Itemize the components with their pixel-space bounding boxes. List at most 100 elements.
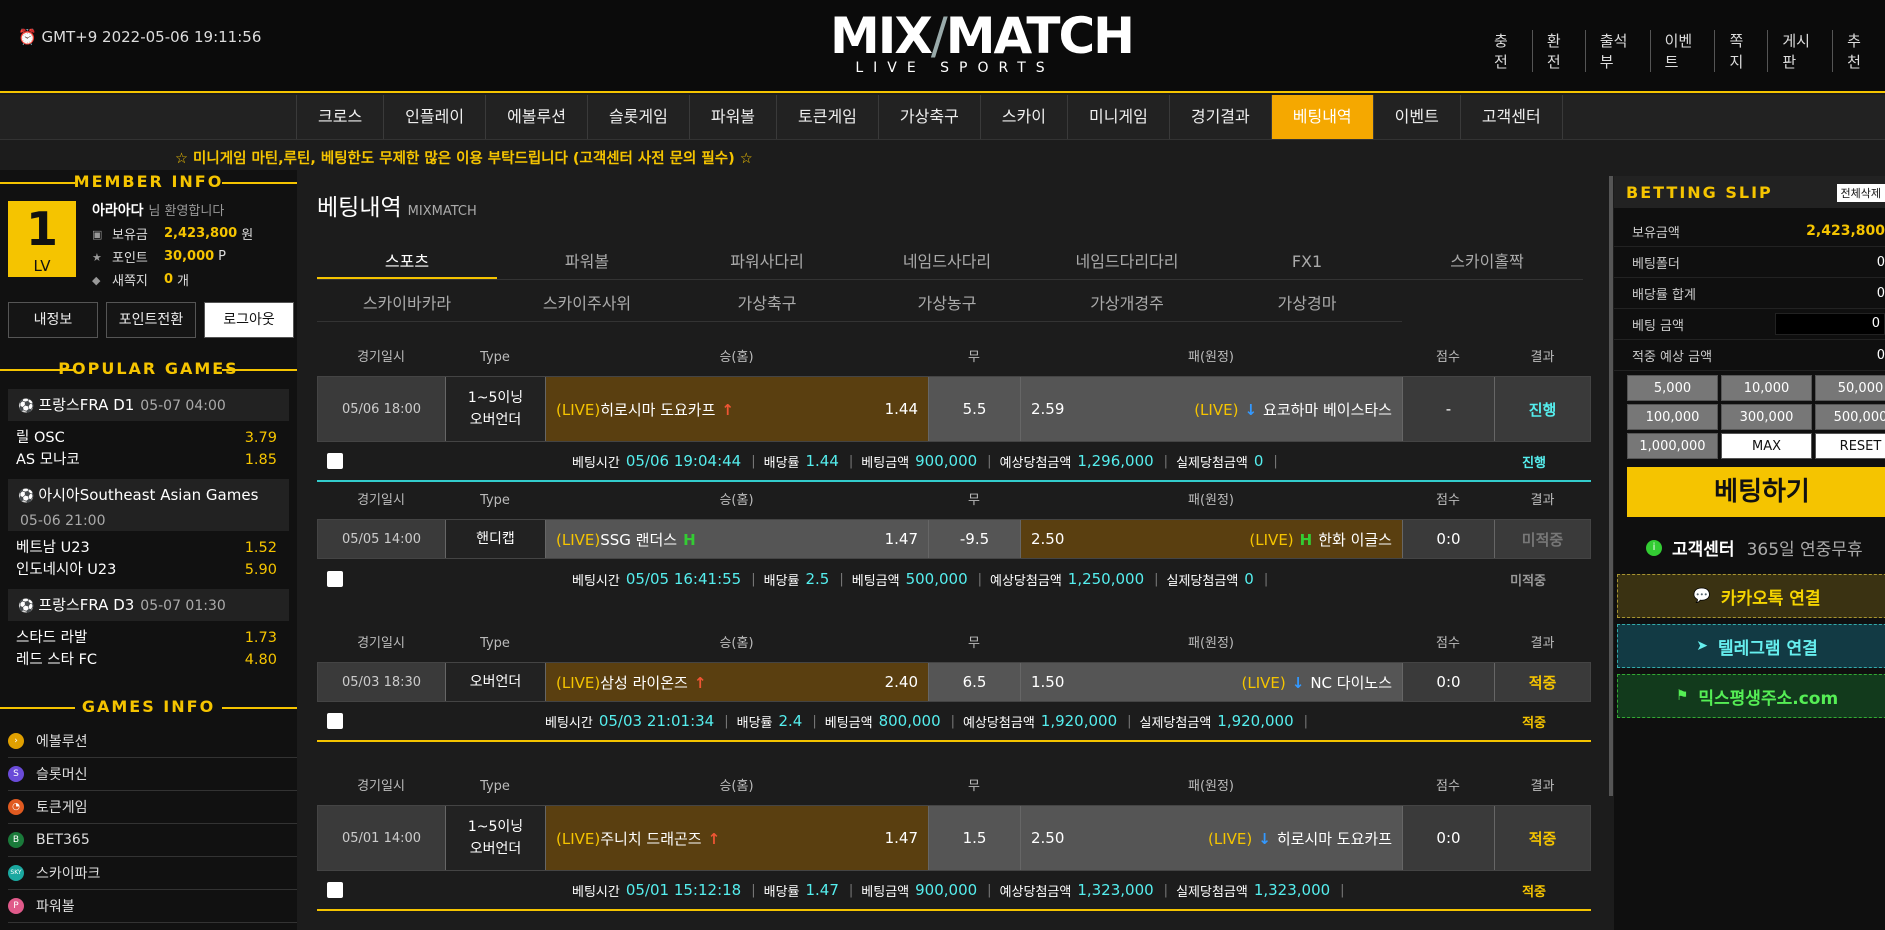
scrollbar[interactable] bbox=[1609, 176, 1613, 796]
amount-chip[interactable]: 100,000 bbox=[1627, 404, 1718, 430]
tab2-5[interactable]: 가상경마 bbox=[1217, 287, 1397, 321]
column-header: 승(홈) bbox=[719, 636, 754, 651]
league-time: 05-06 21:00 bbox=[20, 513, 106, 529]
amount-chip[interactable]: 1,000,000 bbox=[1627, 433, 1718, 459]
nav-item-2[interactable]: 에볼루션 bbox=[485, 95, 587, 139]
select-checkbox[interactable] bbox=[327, 713, 343, 729]
tab-1[interactable]: 파워볼 bbox=[497, 245, 677, 279]
permanent-address-button[interactable]: ⚑ 믹스평생주소.com bbox=[1617, 674, 1885, 718]
draw-value: 1.5 bbox=[929, 806, 1021, 870]
games-info-item[interactable]: › 에볼루션 bbox=[8, 725, 297, 758]
tab2-1[interactable]: 스카이주사위 bbox=[497, 287, 677, 321]
team-row[interactable]: 베트남 U23 1.52 bbox=[0, 537, 297, 559]
live-tag: (LIVE) bbox=[556, 829, 601, 848]
nav-item-5[interactable]: 토큰게임 bbox=[776, 95, 878, 139]
team-row[interactable]: AS 모나코 1.85 bbox=[0, 449, 297, 471]
logout-button[interactable]: 로그아웃 bbox=[204, 302, 294, 338]
nav-item-6[interactable]: 가상축구 bbox=[877, 95, 980, 139]
select-checkbox[interactable] bbox=[327, 882, 343, 898]
betting-slip: BETTING SLIP 전체삭제 보유금액 2,423,800 베팅폴더 0 배당률… bbox=[1614, 176, 1885, 930]
point-convert-button[interactable]: 포인트전환 bbox=[106, 302, 196, 338]
home-mark: ↑ bbox=[707, 829, 721, 848]
home-cell[interactable]: (LIVE)히로시마 도요카프 ↑ 1.44 bbox=[546, 377, 929, 441]
nav-item-8[interactable]: 미니게임 bbox=[1066, 95, 1169, 139]
away-cell[interactable]: 2.59 (LIVE) ↓ 요코하마 베이스타스 bbox=[1021, 377, 1403, 441]
tab2-0[interactable]: 스카이바카라 bbox=[317, 287, 497, 321]
nav-item-12[interactable]: 고객센터 bbox=[1459, 95, 1563, 139]
info-label: 베팅금액 bbox=[824, 715, 873, 731]
home-cell[interactable]: (LIVE)SSG 랜더스 H 1.47 bbox=[546, 520, 929, 558]
amount-chip[interactable]: 300,000 bbox=[1721, 404, 1812, 430]
games-info-item[interactable]: B BET365 bbox=[8, 824, 297, 857]
logo-mix: MIX bbox=[830, 7, 933, 65]
place-bet-button[interactable]: 베팅하기 bbox=[1627, 467, 1885, 517]
top-link-exchange[interactable]: 환전 bbox=[1531, 30, 1585, 72]
nav-item-0[interactable]: 크로스 bbox=[296, 95, 383, 139]
nav-item-9[interactable]: 경기결과 bbox=[1168, 95, 1271, 139]
separator: | bbox=[724, 713, 729, 729]
amount-chip[interactable]: MAX bbox=[1721, 433, 1812, 459]
amount-chip[interactable]: RESET bbox=[1815, 433, 1885, 459]
main-nav: 크로스 인플레이 에볼루션 슬롯게임 파워볼 토큰게임 가상축구 스카이 미니게임 경기결과 베팅내… bbox=[0, 95, 1885, 140]
tab-4[interactable]: 네임드다리다리 bbox=[1037, 245, 1217, 279]
team-odds: 3.79 bbox=[244, 430, 277, 446]
nav-item-7[interactable]: 스카이 bbox=[979, 95, 1067, 139]
bet-row: 05/06 18:00 1~5이닝 오버언더 (LIVE)히로시마 도요카프 ↑ 1.44… bbox=[317, 376, 1591, 442]
home-cell[interactable]: (LIVE)주니치 드래곤즈 ↑ 1.47 bbox=[546, 806, 929, 870]
tab2-2[interactable]: 가상축구 bbox=[677, 287, 857, 321]
top-link-charge[interactable]: 충전 bbox=[1480, 30, 1532, 72]
tab2-4[interactable]: 가상개경주 bbox=[1037, 287, 1217, 321]
nav-item-4[interactable]: 파워볼 bbox=[688, 95, 776, 139]
top-link-board[interactable]: 게시판 bbox=[1767, 30, 1832, 72]
amount-chip[interactable]: 50,000 bbox=[1815, 375, 1885, 401]
separator: | bbox=[839, 571, 844, 587]
tab-2[interactable]: 파워사다리 bbox=[677, 245, 857, 279]
away-cell[interactable]: 2.50 (LIVE) ↓ 히로시마 도요카프 bbox=[1021, 806, 1403, 870]
nav-item-1[interactable]: 인플레이 bbox=[383, 95, 485, 139]
nav-item-11[interactable]: 이벤트 bbox=[1372, 95, 1460, 139]
select-checkbox[interactable] bbox=[327, 571, 343, 587]
site-logo[interactable]: MIX/MATCH LIVE SPORTS bbox=[830, 7, 1135, 76]
my-info-button[interactable]: 내정보 bbox=[8, 302, 98, 338]
tab-3[interactable]: 네임드사다리 bbox=[857, 245, 1037, 279]
tab-0[interactable]: 스포츠 bbox=[317, 245, 497, 279]
games-info-item[interactable]: P 파워볼 bbox=[8, 890, 297, 923]
home-cell[interactable]: (LIVE)삼성 라이온즈 ↑ 2.40 bbox=[546, 663, 929, 701]
games-info-item[interactable]: S 슬롯머신 bbox=[8, 758, 297, 791]
info-value: 05/03 21:01:34 bbox=[598, 712, 715, 730]
select-checkbox[interactable] bbox=[327, 453, 343, 469]
live-tag: (LIVE) bbox=[556, 530, 601, 549]
amount-chip[interactable]: 10,000 bbox=[1721, 375, 1812, 401]
slip-expected-label: 적중 예상 금액 bbox=[1632, 349, 1713, 365]
away-odds: 2.50 bbox=[1031, 829, 1065, 847]
home-mark: ↑ bbox=[693, 673, 707, 692]
games-info-item[interactable]: SKY 스카이파크 bbox=[8, 857, 297, 890]
games-info-item[interactable]: ◔ 토큰게임 bbox=[8, 791, 297, 824]
away-cell[interactable]: 2.50 (LIVE) H 한화 이글스 bbox=[1021, 520, 1403, 558]
league-time: 05-07 01:30 bbox=[140, 598, 226, 614]
team-row[interactable]: 레드 스타 FC 4.80 bbox=[0, 649, 297, 671]
away-cell[interactable]: 1.50 (LIVE) ↓ NC 다이노스 bbox=[1021, 663, 1403, 701]
nav-item-3[interactable]: 슬롯게임 bbox=[586, 95, 689, 139]
page-subtitle: MIXMATCH bbox=[407, 204, 477, 219]
amount-chip[interactable]: 500,000 bbox=[1815, 404, 1885, 430]
info-label: 베팅시간 bbox=[545, 715, 593, 731]
top-link-messages[interactable]: 쪽지 bbox=[1714, 30, 1767, 72]
team-row[interactable]: 인도네시아 U23 5.90 bbox=[0, 559, 297, 581]
team-row[interactable]: 릴 OSC 3.79 bbox=[0, 427, 297, 449]
top-link-event[interactable]: 이벤트 bbox=[1649, 30, 1715, 72]
amount-chip[interactable]: 5,000 bbox=[1627, 375, 1718, 401]
top-link-attendance[interactable]: 출석부 bbox=[1584, 30, 1650, 72]
home-team: SSG 랜더스 bbox=[600, 530, 678, 549]
match-date: 05/05 14:00 bbox=[318, 520, 446, 558]
kakao-link-button[interactable]: 💬 카카오톡 연결 bbox=[1617, 574, 1885, 618]
tab-6[interactable]: 스카이홀짝 bbox=[1397, 245, 1577, 279]
top-link-recommend[interactable]: 추천 bbox=[1832, 30, 1885, 72]
team-row[interactable]: 스타드 라발 1.73 bbox=[0, 627, 297, 649]
tab-5[interactable]: FX1 bbox=[1217, 245, 1397, 279]
bet-amount-input[interactable]: 0 bbox=[1775, 313, 1885, 335]
tab2-3[interactable]: 가상농구 bbox=[857, 287, 1037, 321]
nav-item-10[interactable]: 베팅내역 bbox=[1270, 95, 1373, 139]
clear-all-button[interactable]: 전체삭제 bbox=[1836, 184, 1885, 202]
telegram-link-button[interactable]: ➤ 텔레그램 연결 bbox=[1617, 624, 1885, 668]
